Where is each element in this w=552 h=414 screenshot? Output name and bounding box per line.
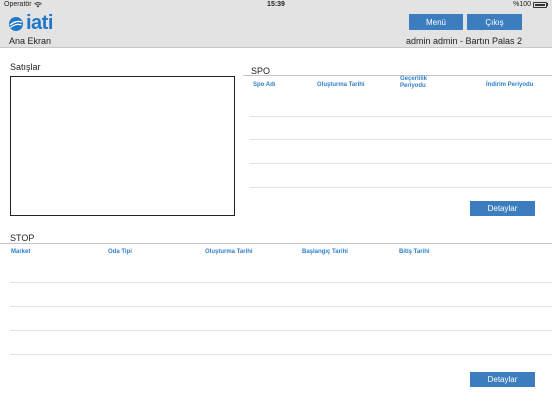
clock: 15:39 (267, 1, 285, 8)
spo-col-discount: İndirim Periyodu (486, 82, 534, 88)
spo-col-validity: Geçerlilik Periyodu (400, 76, 428, 89)
logo-text: iati (26, 12, 53, 34)
battery-tip (547, 3, 548, 6)
spo-row-line (250, 139, 552, 140)
status-bar: Operatör 15:39 %100 (0, 0, 552, 11)
spo-row-line (250, 116, 552, 117)
stop-title: STOP (10, 233, 35, 243)
stop-col-market: Market (11, 249, 31, 255)
stop-col-room: Oda Tipi (108, 249, 132, 255)
sales-title: Satışlar (10, 62, 41, 72)
logo: iati (8, 12, 53, 35)
battery-group: %100 (513, 1, 548, 8)
battery-percent: %100 (513, 1, 531, 8)
menu-button[interactable]: Menü (409, 14, 463, 30)
spo-col-name: Spo Adı (253, 82, 276, 88)
logout-button[interactable]: Çıkış (467, 14, 522, 30)
spo-details-button[interactable]: Detaylar (470, 201, 535, 216)
user-info: admin admin - Bartın Palas 2 (405, 36, 522, 46)
spo-col-created: Oluşturma Tarihi (317, 82, 365, 88)
stop-col-start: Başlangıç Tarihi (302, 249, 348, 255)
stop-divider (0, 243, 552, 244)
app-header: iati Menü Çıkış Ana Ekran admin admin - … (0, 11, 552, 48)
stop-col-created: Oluşturma Tarihi (205, 249, 253, 255)
breadcrumb: Ana Ekran (9, 36, 52, 46)
spo-divider (243, 75, 552, 76)
sales-panel (10, 76, 235, 216)
stop-col-end: Bitiş Tarihi (399, 249, 430, 255)
stop-row-line (10, 306, 552, 307)
spo-row-line (250, 187, 552, 188)
globe-icon (9, 16, 23, 31)
stop-row-line (10, 282, 552, 283)
stop-row-line (10, 330, 552, 331)
spo-row-line (250, 163, 552, 164)
stop-row-line (10, 354, 552, 355)
stop-details-button[interactable]: Detaylar (470, 372, 535, 387)
battery-icon (533, 1, 547, 8)
